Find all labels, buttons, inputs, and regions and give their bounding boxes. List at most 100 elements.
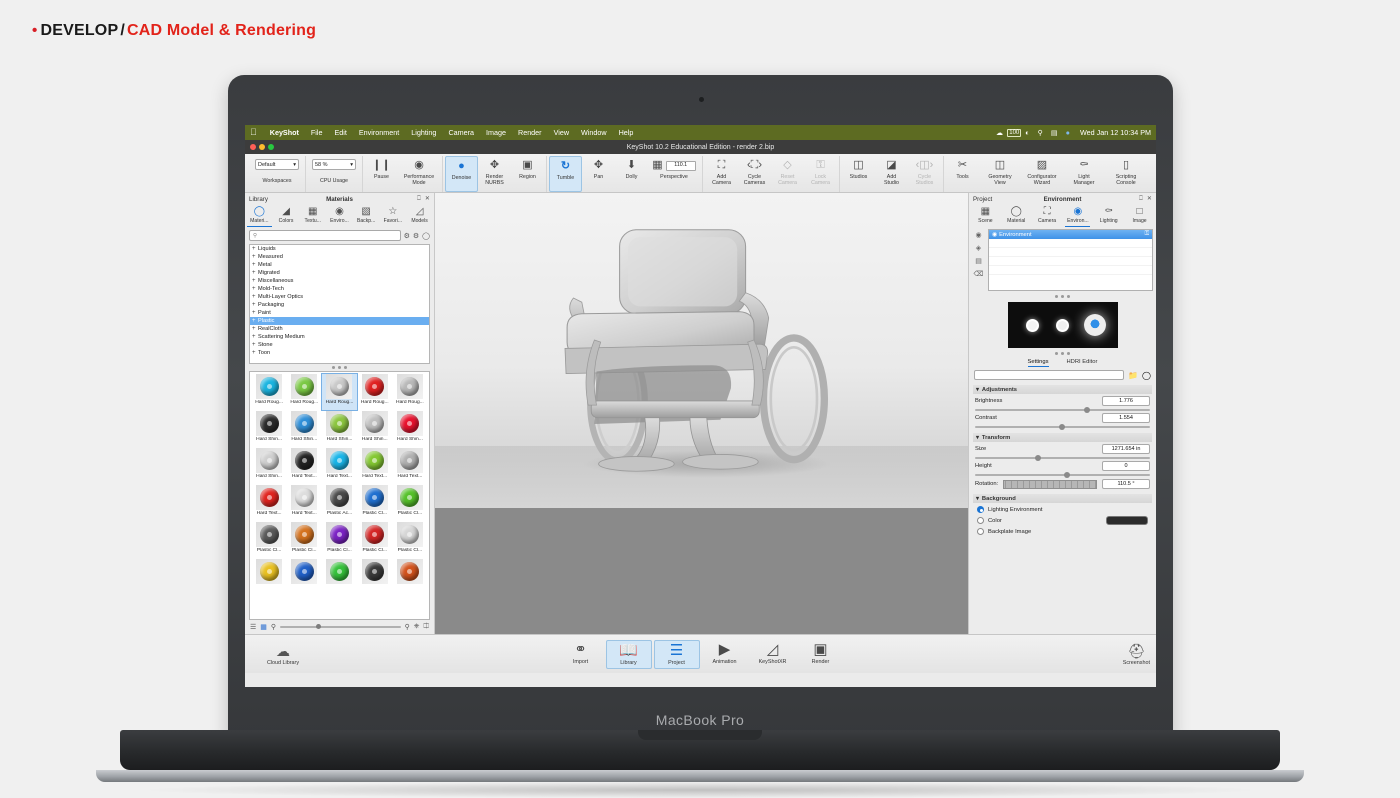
keyshotxr-button[interactable]: ◿KeyShotXR xyxy=(750,640,796,669)
material-swatch-item[interactable]: Hard Text... xyxy=(322,448,356,484)
environment-path-input[interactable] xyxy=(974,370,1124,380)
wifi-icon[interactable]: ◐ xyxy=(1021,128,1033,137)
section-background[interactable]: ▾Background xyxy=(973,494,1152,503)
material-swatch-item[interactable] xyxy=(252,559,286,595)
duplicate-environment-icon[interactable]: ◈ xyxy=(976,244,981,252)
tab-backplates[interactable]: ▧Backp... xyxy=(354,206,379,227)
geometry-view-button[interactable]: ◫Geometry View xyxy=(979,156,1021,192)
hdri-pin-light-3-selected[interactable] xyxy=(1084,314,1106,336)
material-swatch-item[interactable] xyxy=(287,559,321,595)
zoom-out-icon[interactable]: ⚲ xyxy=(271,623,276,631)
menu-environment[interactable]: Environment xyxy=(353,128,405,137)
render-button[interactable]: ▣Render xyxy=(798,640,844,669)
expand-icon[interactable]: + xyxy=(252,294,256,300)
apple-icon[interactable]:  xyxy=(250,128,257,137)
menu-window[interactable]: Window xyxy=(575,128,613,137)
add-camera-button[interactable]: ⛶Add Camera xyxy=(705,156,738,192)
menu-image[interactable]: Image xyxy=(480,128,512,137)
animation-button[interactable]: ▶Animation xyxy=(702,640,748,669)
workspaces-control[interactable]: Default▾ Workspaces xyxy=(251,156,303,192)
material-swatch-item[interactable]: Plastic Cl... xyxy=(287,522,321,558)
delete-environment-icon[interactable]: ⌫ xyxy=(974,270,984,278)
rotation-value[interactable]: 110.5 ° xyxy=(1102,479,1150,489)
height-value[interactable]: 0 xyxy=(1102,461,1150,471)
lock-icon[interactable]: ⚿ xyxy=(1145,231,1149,238)
tab-scene[interactable]: ▦Scene xyxy=(973,206,998,227)
menu-view[interactable]: View xyxy=(548,128,575,137)
studios-button[interactable]: ◫Studios xyxy=(842,156,875,192)
material-swatch-item[interactable]: Plastic Cl... xyxy=(358,522,392,558)
tree-item[interactable]: +Packaging xyxy=(250,301,429,309)
rotation-strip[interactable] xyxy=(1003,480,1097,489)
tab-environment[interactable]: ◉Environ... xyxy=(1065,206,1090,227)
radio-color[interactable]: Color xyxy=(969,513,1156,525)
menu-file[interactable]: File xyxy=(305,128,329,137)
grid-view-icon[interactable]: ▦ xyxy=(260,623,267,631)
menubar-clock[interactable]: Wed Jan 12 10:34 PM xyxy=(1074,128,1151,137)
sub-tab-settings[interactable]: Settings xyxy=(1028,359,1049,367)
perspective-control[interactable]: ▦110.1 Perspective xyxy=(648,156,700,192)
filter-alt-icon[interactable]: ⚙ xyxy=(413,232,419,240)
sub-tab-hdri-editor[interactable]: HDRI Editor xyxy=(1067,359,1098,367)
tree-item[interactable]: +Multi-Layer Optics xyxy=(250,293,429,301)
perspective-field[interactable]: 110.1 xyxy=(666,161,696,171)
expand-icon[interactable]: + xyxy=(252,334,256,340)
menu-render[interactable]: Render xyxy=(512,128,548,137)
tree-item[interactable]: +Liquids xyxy=(250,245,429,253)
hdri-pin-light-1[interactable] xyxy=(1026,319,1039,332)
download-icon[interactable]: ⎈ xyxy=(414,623,420,631)
tree-item[interactable]: +Toon xyxy=(250,349,429,357)
refresh-icon[interactable]: ◯ xyxy=(422,232,430,240)
battery-icon[interactable]: 100 xyxy=(1007,129,1021,137)
library-panel-actions[interactable]: ⎕✕ xyxy=(417,195,430,203)
screenshot-button[interactable]: ⛑ Screenshot xyxy=(1123,643,1150,666)
material-swatch-item[interactable]: Hard Roug... xyxy=(322,374,356,410)
tab-camera[interactable]: ⛶Camera xyxy=(1035,206,1060,227)
background-color-swatch[interactable] xyxy=(1106,516,1148,525)
cpu-usage-control[interactable]: 58 %▾ CPU Usage xyxy=(308,156,360,192)
zoom-in-icon[interactable]: ⚲ xyxy=(405,623,410,631)
tab-environments[interactable]: ◉Enviro... xyxy=(327,206,352,227)
region-button[interactable]: ▣Region xyxy=(511,156,544,192)
dolly-button[interactable]: ⬇Dolly xyxy=(615,156,648,192)
material-swatch-item[interactable]: Plastic Ac... xyxy=(322,485,356,521)
cloud-library-button[interactable]: ☁ Cloud Library xyxy=(253,643,313,666)
environment-list-item-selected[interactable]: ◉ Environment ⚿ xyxy=(989,230,1152,239)
material-swatch-item[interactable]: Hard Text... xyxy=(358,448,392,484)
search-icon[interactable]: ⚲ xyxy=(1034,128,1047,137)
tree-item[interactable]: +Migrated xyxy=(250,269,429,277)
panel-resize-handle[interactable] xyxy=(969,293,1156,300)
user-icon[interactable]: ● xyxy=(1062,128,1074,137)
radio-backplate-image[interactable]: Backplate Image xyxy=(969,525,1156,535)
search-input[interactable]: ⚲ xyxy=(249,230,401,241)
pan-button[interactable]: ✥Pan xyxy=(582,156,615,192)
menu-help[interactable]: Help xyxy=(613,128,640,137)
close-icon[interactable]: ✕ xyxy=(425,195,430,203)
size-value[interactable]: 1271.654 in xyxy=(1102,444,1150,454)
refresh-icon[interactable]: ◯ xyxy=(1142,371,1151,380)
expand-icon[interactable]: + xyxy=(252,318,256,324)
tree-item[interactable]: +Mold-Tech xyxy=(250,285,429,293)
panel-resize-handle[interactable] xyxy=(969,350,1156,357)
tree-item[interactable]: +Stone xyxy=(250,341,429,349)
material-swatch-item[interactable]: Hard Text... xyxy=(393,448,427,484)
denoise-button[interactable]: ●Denoise xyxy=(445,156,478,192)
filter-icon[interactable]: ⚙ xyxy=(404,232,410,240)
material-swatch-item[interactable]: Hard Roug... xyxy=(393,374,427,410)
contrast-slider[interactable] xyxy=(975,426,1150,428)
cpu-usage-select[interactable]: 58 %▾ xyxy=(312,159,356,170)
list-view-icon[interactable]: ☰ xyxy=(250,623,256,631)
light-manager-button[interactable]: ⚰Light Manager xyxy=(1063,156,1105,192)
menu-lighting[interactable]: Lighting xyxy=(405,128,442,137)
hdri-preview[interactable] xyxy=(1008,302,1118,348)
menu-camera[interactable]: Camera xyxy=(442,128,480,137)
material-swatch-item[interactable]: Hard Shin... xyxy=(322,411,356,447)
share-icon[interactable]: ⎅ xyxy=(423,623,429,631)
expand-icon[interactable]: + xyxy=(252,350,256,356)
project-button[interactable]: ☰Project xyxy=(654,640,700,669)
expand-icon[interactable]: + xyxy=(252,286,256,292)
performance-mode-button[interactable]: ◉Performance Mode xyxy=(398,156,440,192)
tab-lighting[interactable]: ⚰Lighting xyxy=(1096,206,1121,227)
hdri-pin-light-2[interactable] xyxy=(1056,319,1069,332)
material-swatch-item[interactable]: Plastic Cl... xyxy=(393,485,427,521)
